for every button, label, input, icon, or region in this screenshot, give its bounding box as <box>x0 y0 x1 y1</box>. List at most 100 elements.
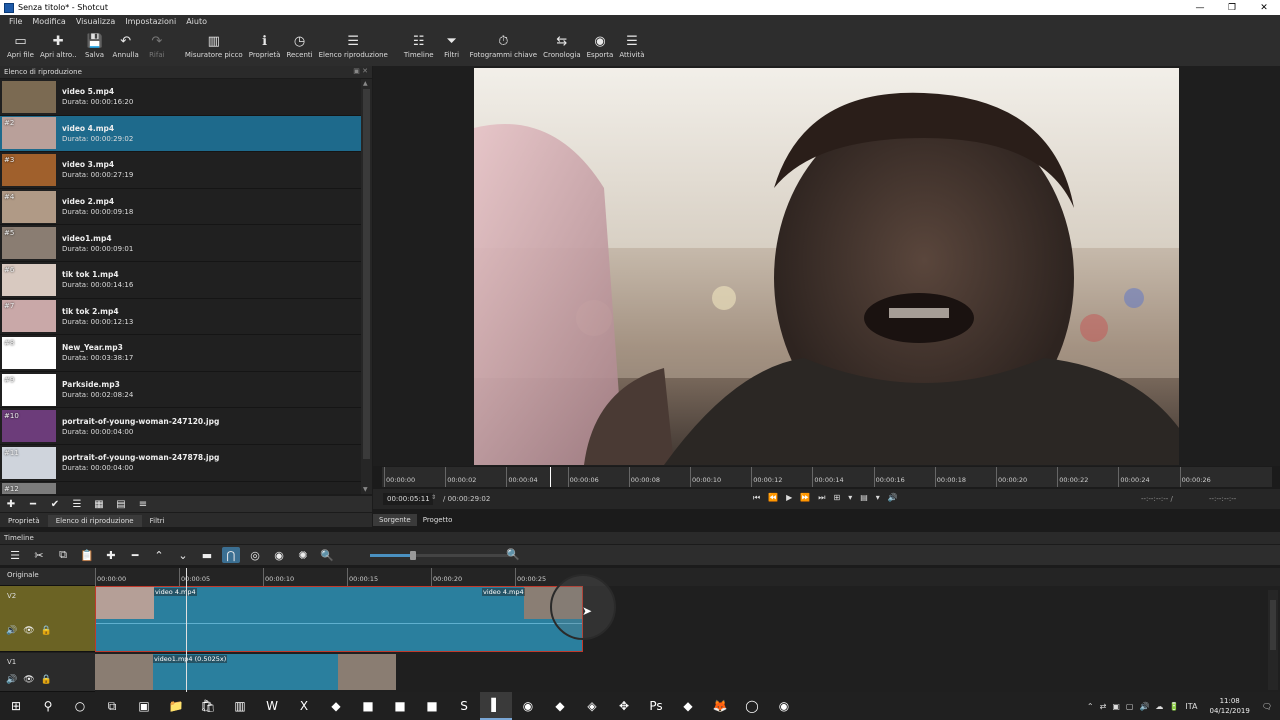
tab-progetto[interactable]: Progetto <box>417 514 459 526</box>
toolbar-button-peak-meter[interactable]: ▥ Misuratore picco <box>182 28 246 60</box>
zoom-in-icon[interactable]: 🔍 <box>506 548 520 561</box>
app-icon[interactable]: ◉ <box>512 692 544 720</box>
app-icon[interactable]: ◆ <box>672 692 704 720</box>
playlist-item[interactable]: #7 tik tok 2.mp4 Durata: 00:00:12:13 <box>0 298 361 336</box>
app-icon[interactable]: ■ <box>384 692 416 720</box>
timecode-spinner-icon[interactable]: ⇕ <box>431 494 436 501</box>
menu-icon[interactable]: ≡ <box>134 497 152 511</box>
cut-icon[interactable]: ✂ <box>30 547 48 563</box>
video-viewer[interactable] <box>373 66 1280 466</box>
app-icon[interactable]: ◈ <box>576 692 608 720</box>
timeline-menu-icon[interactable]: ☰ <box>6 547 24 563</box>
app-icon[interactable]: ▥ <box>224 692 256 720</box>
app-icon[interactable]: ■ <box>416 692 448 720</box>
search-icon[interactable]: ⚲ <box>32 692 64 720</box>
snap-icon[interactable]: ⋂ <box>222 547 240 563</box>
hide-icon[interactable]: 👁 <box>23 675 34 685</box>
grid-dropdown-icon[interactable]: ▾ <box>876 493 880 503</box>
timeline-vertical-scrollbar[interactable] <box>1268 590 1278 690</box>
toolbar-button-properties[interactable]: ℹ Proprietà <box>246 28 284 60</box>
clip-video1[interactable]: video1.mp4 (0.5025x) <box>95 654 396 690</box>
viewer-ruler[interactable]: 00:00:00 00:00:02 00:00:04 00:00:06 00:00:08… <box>382 467 1272 487</box>
scrub-icon[interactable]: ◎ <box>246 547 264 563</box>
volume-icon[interactable]: 🔊 <box>888 493 898 503</box>
playlist-item[interactable]: #6 tik tok 1.mp4 Durata: 00:00:14:16 <box>0 261 361 299</box>
overwrite-icon[interactable]: ⌄ <box>174 547 192 563</box>
playlist-item[interactable]: #12 <box>0 481 361 494</box>
maximize-button[interactable]: ❐ <box>1216 0 1248 15</box>
notification-icon[interactable]: 🗨 <box>1262 702 1272 711</box>
tab-proprieta[interactable]: Proprietà <box>0 515 48 527</box>
zoom-dropdown-icon[interactable]: ▾ <box>848 493 852 503</box>
chrome-icon[interactable]: ◉ <box>768 692 800 720</box>
copy-icon[interactable]: ⧉ <box>54 547 72 563</box>
viewer-playhead[interactable] <box>550 467 552 487</box>
timecode-field[interactable]: 00:00:05:11 <box>383 493 433 505</box>
playlist-item[interactable]: #2 video 4.mp4 Durata: 00:00:29:02 <box>0 115 361 153</box>
tray-app-icon[interactable]: ▣ <box>1112 702 1120 711</box>
task-view-icon[interactable]: ⧉ <box>96 692 128 720</box>
playlist-item[interactable]: #5 video1.mp4 Durata: 00:00:09:01 <box>0 225 361 262</box>
toolbar-button-history[interactable]: ⇆ Cronologia <box>540 28 584 60</box>
paste-icon[interactable]: 📋 <box>78 547 96 563</box>
playlist-item[interactable]: #4 video 2.mp4 Durata: 00:00:09:18 <box>0 188 361 226</box>
firefox-icon[interactable]: 🦊 <box>704 692 736 720</box>
minimize-button[interactable]: — <box>1184 0 1216 15</box>
playlist-item[interactable]: #9 Parkside.mp3 Durata: 00:02:08:24 <box>0 371 361 409</box>
menu-modifica[interactable]: Modifica <box>27 17 70 26</box>
toolbar-button-filter[interactable]: ⏷ Filtri <box>437 28 467 60</box>
rewind-icon[interactable]: ⏪ <box>768 493 778 503</box>
tray-expand-icon[interactable]: ⌃ <box>1087 702 1094 711</box>
toolbar-button-recent[interactable]: ◷ Recenti <box>283 28 315 60</box>
tab-sorgente[interactable]: Sorgente <box>373 514 417 526</box>
zoom-slider-knob[interactable] <box>410 551 416 560</box>
mute-icon[interactable]: 🔊 <box>6 675 17 685</box>
menu-visualizza[interactable]: Visualizza <box>71 17 120 26</box>
clip-video-4[interactable]: video 4.mp4 video 4.mp4 <box>95 586 583 652</box>
toolbar-button-open-file[interactable]: ▭ Apri file <box>4 28 37 60</box>
network-icon[interactable]: ⇄ <box>1100 702 1107 711</box>
skip-previous-icon[interactable]: ⏮ <box>753 493 760 503</box>
details-view-icon[interactable]: ☰ <box>68 497 86 511</box>
playlist-item[interactable]: #11 portrait-of-young-woman-247878.jpg Dur… <box>0 444 361 482</box>
tiles-view-icon[interactable]: ▦ <box>90 497 108 511</box>
volume-icon[interactable]: 🔊 <box>1139 702 1149 711</box>
toolbar-button-undo[interactable]: ↶ Annulla <box>110 28 142 60</box>
toolbar-button-jobs[interactable]: ☰ Attività <box>616 28 647 60</box>
dock-buttons[interactable]: ▣ ✕ <box>353 67 368 75</box>
ripple-icon[interactable]: ◉ <box>270 547 288 563</box>
zoom-icon[interactable]: ⊞ <box>834 493 841 503</box>
grid-icon[interactable]: ▤ <box>860 493 868 503</box>
lock-icon[interactable]: 🔒 <box>41 675 52 685</box>
playlist-scroll-thumb[interactable] <box>363 89 370 459</box>
playlist-item[interactable]: #8 New_Year.mp3 Durata: 00:03:38:17 <box>0 335 361 372</box>
menu-aiuto[interactable]: Aiuto <box>181 17 212 26</box>
language-indicator[interactable]: ITA <box>1185 702 1197 711</box>
app-icon[interactable]: S <box>448 692 480 720</box>
track-header-original[interactable]: Originale <box>0 568 95 586</box>
toolbar-button-redo[interactable]: ↷ Rifai <box>142 28 172 60</box>
add-icon[interactable]: ✚ <box>2 497 20 511</box>
close-button[interactable]: ✕ <box>1248 0 1280 15</box>
toolbar-button-keyframes[interactable]: ⏱ Fotogrammi chiave <box>467 28 540 60</box>
cortana-icon[interactable]: ○ <box>64 692 96 720</box>
scroll-down-arrow-icon[interactable]: ▼ <box>363 486 368 493</box>
onedrive-icon[interactable]: ☁ <box>1155 702 1163 711</box>
app-icon[interactable]: ✥ <box>608 692 640 720</box>
ripple-all-icon[interactable]: ✺ <box>294 547 312 563</box>
photoshop-icon[interactable]: Ps <box>640 692 672 720</box>
opera-icon[interactable]: ◯ <box>736 692 768 720</box>
toolbar-button-open-other[interactable]: ✚ Apri altro.. <box>37 28 80 60</box>
mute-icon[interactable]: 🔊 <box>6 626 17 636</box>
playlist-item[interactable]: video 5.mp4 Durata: 00:00:16:20 <box>0 79 361 116</box>
toolbar-button-playlist[interactable]: ☰ Elenco riproduzione <box>316 28 391 60</box>
app-icon[interactable]: ◆ <box>320 692 352 720</box>
battery-icon[interactable]: 🔋 <box>1169 702 1179 711</box>
store-icon[interactable]: 🛍 <box>192 692 224 720</box>
remove-icon[interactable]: ━ <box>126 547 144 563</box>
app-icon[interactable]: ▣ <box>128 692 160 720</box>
tray-app-icon[interactable]: ▢ <box>1126 702 1134 711</box>
lock-icon[interactable]: 🔒 <box>41 626 52 636</box>
playlist-list[interactable]: video 5.mp4 Durata: 00:00:16:20 #2 video 4.… <box>0 79 361 494</box>
word-icon[interactable]: W <box>256 692 288 720</box>
